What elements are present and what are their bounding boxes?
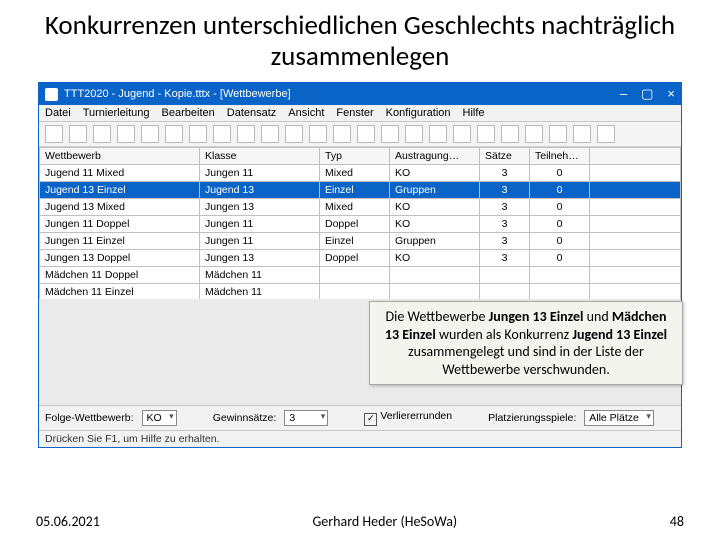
- window-title: TTT2020 - Jugend - Kopie.tttx - [Wettbew…: [64, 88, 291, 100]
- menu-item[interactable]: Datensatz: [227, 107, 277, 119]
- toolbar-button[interactable]: [261, 125, 279, 143]
- toolbar-button[interactable]: [285, 125, 303, 143]
- toolbar-button[interactable]: [45, 125, 63, 143]
- table-row[interactable]: Jugend 13 EinzelJugend 13EinzelGruppen30: [40, 182, 681, 199]
- menu-item[interactable]: Datei: [45, 107, 71, 119]
- menu-item[interactable]: Bearbeiten: [162, 107, 215, 119]
- menu-bar: Datei Turnierleitung Bearbeiten Datensat…: [39, 105, 681, 122]
- slide-title: Konkurrenzen unterschiedlichen Geschlech…: [0, 0, 720, 76]
- col-header[interactable]: Wettbewerb: [40, 148, 200, 165]
- col-header[interactable]: Sätze: [480, 148, 530, 165]
- app-icon: [45, 88, 58, 101]
- toolbar-button[interactable]: [117, 125, 135, 143]
- table-row[interactable]: Jugend 11 MixedJungen 11MixedKO30: [40, 165, 681, 182]
- toolbar-button[interactable]: [525, 125, 543, 143]
- toolbar-button[interactable]: [597, 125, 615, 143]
- toolbar-button[interactable]: [357, 125, 375, 143]
- col-header[interactable]: Austragung…: [390, 148, 480, 165]
- menu-item[interactable]: Hilfe: [463, 107, 485, 119]
- footer-page: 48: [670, 513, 684, 530]
- combo-platz[interactable]: Alle Plätze: [584, 410, 654, 426]
- toolbar-button[interactable]: [189, 125, 207, 143]
- footer-author: Gerhard Heder (HeSoWa): [312, 513, 457, 530]
- menu-item[interactable]: Ansicht: [288, 107, 324, 119]
- minimize-button[interactable]: –: [620, 86, 627, 102]
- menu-item[interactable]: Fenster: [336, 107, 373, 119]
- toolbar-button[interactable]: [453, 125, 471, 143]
- status-bar: Drücken Sie F1, um Hilfe zu erhalten.: [39, 430, 681, 447]
- toolbar-button[interactable]: [93, 125, 111, 143]
- checkbox-verlierer[interactable]: ✓Verliererrunden: [364, 410, 452, 426]
- bottom-bar: Folge-Wettbewerb: KO Gewinnsätze: 3 ✓Ver…: [39, 405, 681, 430]
- toolbar-button[interactable]: [549, 125, 567, 143]
- toolbar: [39, 122, 681, 147]
- annotation-box: Die Wettbewerbe Jungen 13 Einzel und Mäd…: [369, 301, 683, 385]
- menu-item[interactable]: Turnierleitung: [83, 107, 150, 119]
- toolbar-button[interactable]: [501, 125, 519, 143]
- toolbar-button[interactable]: [477, 125, 495, 143]
- label-platz: Platzierungsspiele:: [488, 412, 576, 424]
- col-header[interactable]: Typ: [320, 148, 390, 165]
- toolbar-button[interactable]: [333, 125, 351, 143]
- toolbar-button[interactable]: [309, 125, 327, 143]
- toolbar-button[interactable]: [69, 125, 87, 143]
- toolbar-button[interactable]: [429, 125, 447, 143]
- table-row[interactable]: Jungen 11 DoppelJungen 11DoppelKO30: [40, 216, 681, 233]
- table-row[interactable]: Mädchen 11 EinzelMädchen 11: [40, 284, 681, 300]
- competitions-table[interactable]: Wettbewerb Klasse Typ Austragung… Sätze …: [39, 147, 681, 299]
- menu-item[interactable]: Konfiguration: [386, 107, 451, 119]
- table-row[interactable]: Jungen 11 EinzelJungen 11EinzelGruppen30: [40, 233, 681, 250]
- label-gewinn: Gewinnsätze:: [213, 412, 277, 424]
- toolbar-button[interactable]: [573, 125, 591, 143]
- toolbar-button[interactable]: [141, 125, 159, 143]
- toolbar-button[interactable]: [165, 125, 183, 143]
- combo-gewinn[interactable]: 3: [284, 410, 328, 426]
- toolbar-button[interactable]: [213, 125, 231, 143]
- table-row[interactable]: Jungen 13 DoppelJungen 13DoppelKO30: [40, 250, 681, 267]
- table-row[interactable]: Jugend 13 MixedJungen 13MixedKO30: [40, 199, 681, 216]
- col-header[interactable]: Klasse: [200, 148, 320, 165]
- table-row[interactable]: Mädchen 11 DoppelMädchen 11: [40, 267, 681, 284]
- toolbar-button[interactable]: [381, 125, 399, 143]
- combo-folge[interactable]: KO: [142, 410, 177, 426]
- toolbar-button[interactable]: [237, 125, 255, 143]
- col-header[interactable]: Teilneh…: [530, 148, 590, 165]
- maximize-button[interactable]: ▢: [641, 86, 653, 102]
- label-folge: Folge-Wettbewerb:: [45, 412, 134, 424]
- close-button[interactable]: ×: [667, 86, 675, 102]
- app-window: TTT2020 - Jugend - Kopie.tttx - [Wettbew…: [38, 82, 682, 448]
- window-titlebar: TTT2020 - Jugend - Kopie.tttx - [Wettbew…: [39, 83, 681, 105]
- toolbar-button[interactable]: [405, 125, 423, 143]
- footer-date: 05.06.2021: [36, 513, 100, 530]
